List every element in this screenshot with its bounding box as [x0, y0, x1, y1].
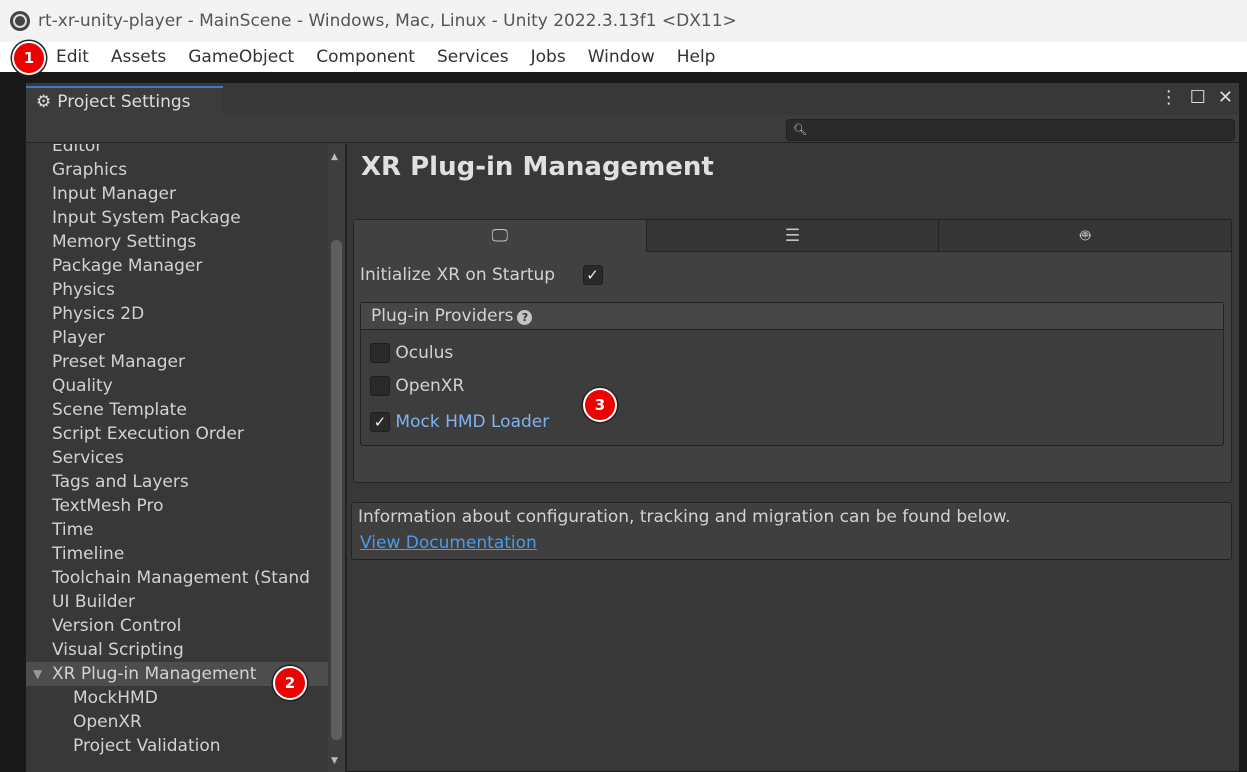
gear-icon: ⚙: [36, 91, 52, 112]
menu-component[interactable]: Component: [316, 47, 415, 67]
sidebar-item-label: XR Plug-in Management: [52, 664, 257, 684]
sidebar-item[interactable]: Preset Manager: [26, 350, 344, 374]
init-xr-label: Initialize XR on Startup: [360, 265, 556, 285]
sidebar-item-openxr[interactable]: OpenXR: [26, 710, 344, 734]
search-input[interactable]: 🔍︎: [786, 119, 1235, 141]
sidebar-item[interactable]: Editor: [26, 144, 344, 158]
sidebar-item[interactable]: Player: [26, 326, 344, 350]
scroll-down-icon[interactable]: ▼: [331, 756, 338, 766]
sidebar-item[interactable]: Physics: [26, 278, 344, 302]
sidebar-item[interactable]: Timeline: [26, 542, 344, 566]
plugin-providers-group: Plug-in Providers? Oculus OpenXR ✓ Mock …: [360, 302, 1224, 446]
sidebar-item[interactable]: Tags and Layers: [26, 470, 344, 494]
project-settings-window: ⚙ Project Settings ⋮ ☐ ✕ 🔍︎ Editor Graphics I…: [25, 82, 1240, 772]
menu-edit[interactable]: Edit: [56, 47, 89, 67]
scrollbar-thumb[interactable]: [331, 240, 342, 740]
sidebar-item[interactable]: Graphics: [26, 158, 344, 182]
sidebar-item[interactable]: TextMesh Pro: [26, 494, 344, 518]
more-options-icon[interactable]: ⋮: [1160, 87, 1178, 108]
search-icon: 🔍︎: [793, 123, 807, 136]
sidebar-item[interactable]: Physics 2D: [26, 302, 344, 326]
window-title: rt-xr-unity-player - MainScene - Windows…: [38, 11, 737, 31]
page-title: XR Plug-in Management: [361, 152, 714, 182]
sidebar-item-project-validation[interactable]: Project Validation: [26, 734, 344, 758]
init-xr-checkbox[interactable]: ✓: [582, 265, 603, 285]
info-box: Information about configuration, trackin…: [351, 502, 1232, 560]
sidebar-item[interactable]: Toolchain Management (Stand: [26, 566, 344, 590]
menu-gameobject[interactable]: GameObject: [188, 47, 294, 67]
info-text: Information about configuration, trackin…: [358, 507, 1011, 527]
sidebar-item[interactable]: Memory Settings: [26, 230, 344, 254]
help-icon[interactable]: ?: [517, 310, 533, 325]
sidebar-item[interactable]: Script Execution Order: [26, 422, 344, 446]
mock-hmd-checkbox[interactable]: ✓: [370, 412, 390, 432]
openxr-label: OpenXR: [395, 376, 465, 396]
tab-android[interactable]: 🤖︎: [938, 220, 1232, 252]
tab-desktop[interactable]: 🖵︎: [354, 220, 646, 252]
mock-hmd-label: Mock HMD Loader: [395, 412, 550, 432]
annotation-badge-3: 3: [583, 388, 617, 422]
annotation-badge-2: 2: [273, 666, 307, 700]
sidebar-item[interactable]: Visual Scripting: [26, 638, 344, 662]
title-bar: rt-xr-unity-player - MainScene - Windows…: [0, 0, 1247, 42]
openxr-checkbox[interactable]: [370, 376, 390, 396]
menu-jobs[interactable]: Jobs: [531, 47, 566, 67]
tab-project-settings[interactable]: ⚙ Project Settings: [26, 86, 223, 115]
oculus-label: Oculus: [395, 343, 454, 363]
sidebar-item[interactable]: Scene Template: [26, 398, 344, 422]
view-documentation-link[interactable]: View Documentation: [360, 533, 537, 553]
tab-label: Project Settings: [57, 91, 191, 112]
desktop-icon: 🖵︎: [491, 226, 509, 246]
menu-bar: Edit Assets GameObject Component Service…: [0, 42, 1247, 72]
unity-logo-icon: [10, 11, 30, 31]
toolbar: 🔍︎: [26, 115, 1239, 143]
sidebar-item[interactable]: Version Control: [26, 614, 344, 638]
settings-content: XR Plug-in Management 🖵︎ ☰ 🤖︎ Initialize…: [347, 144, 1239, 772]
annotation-badge-1: 1: [12, 41, 46, 75]
tab-server[interactable]: ☰: [645, 220, 939, 252]
oculus-checkbox[interactable]: [370, 343, 390, 363]
scroll-up-icon[interactable]: ▲: [331, 152, 338, 162]
sidebar-item[interactable]: UI Builder: [26, 590, 344, 614]
server-icon: ☰: [784, 225, 801, 246]
maximize-icon[interactable]: ☐: [1190, 87, 1206, 108]
menu-help[interactable]: Help: [677, 47, 716, 67]
android-icon: 🤖︎: [1080, 225, 1091, 246]
menu-assets[interactable]: Assets: [111, 47, 166, 67]
menu-services[interactable]: Services: [437, 47, 509, 67]
sidebar-item[interactable]: Input System Package: [26, 206, 344, 230]
sidebar-item[interactable]: Time: [26, 518, 344, 542]
expand-arrow-icon[interactable]: ▼: [33, 662, 42, 686]
menu-window[interactable]: Window: [588, 47, 655, 67]
sidebar-scrollbar[interactable]: ▲ ▼: [328, 144, 345, 772]
close-icon[interactable]: ✕: [1218, 87, 1233, 108]
sidebar-item[interactable]: Services: [26, 446, 344, 470]
plugin-providers-label: Plug-in Providers: [371, 306, 514, 326]
sidebar-item[interactable]: Package Manager: [26, 254, 344, 278]
sidebar-item[interactable]: Input Manager: [26, 182, 344, 206]
xr-settings-panel: 🖵︎ ☰ 🤖︎ Initialize XR on Startup ✓ Plug-…: [353, 219, 1232, 483]
sidebar-item[interactable]: Quality: [26, 374, 344, 398]
